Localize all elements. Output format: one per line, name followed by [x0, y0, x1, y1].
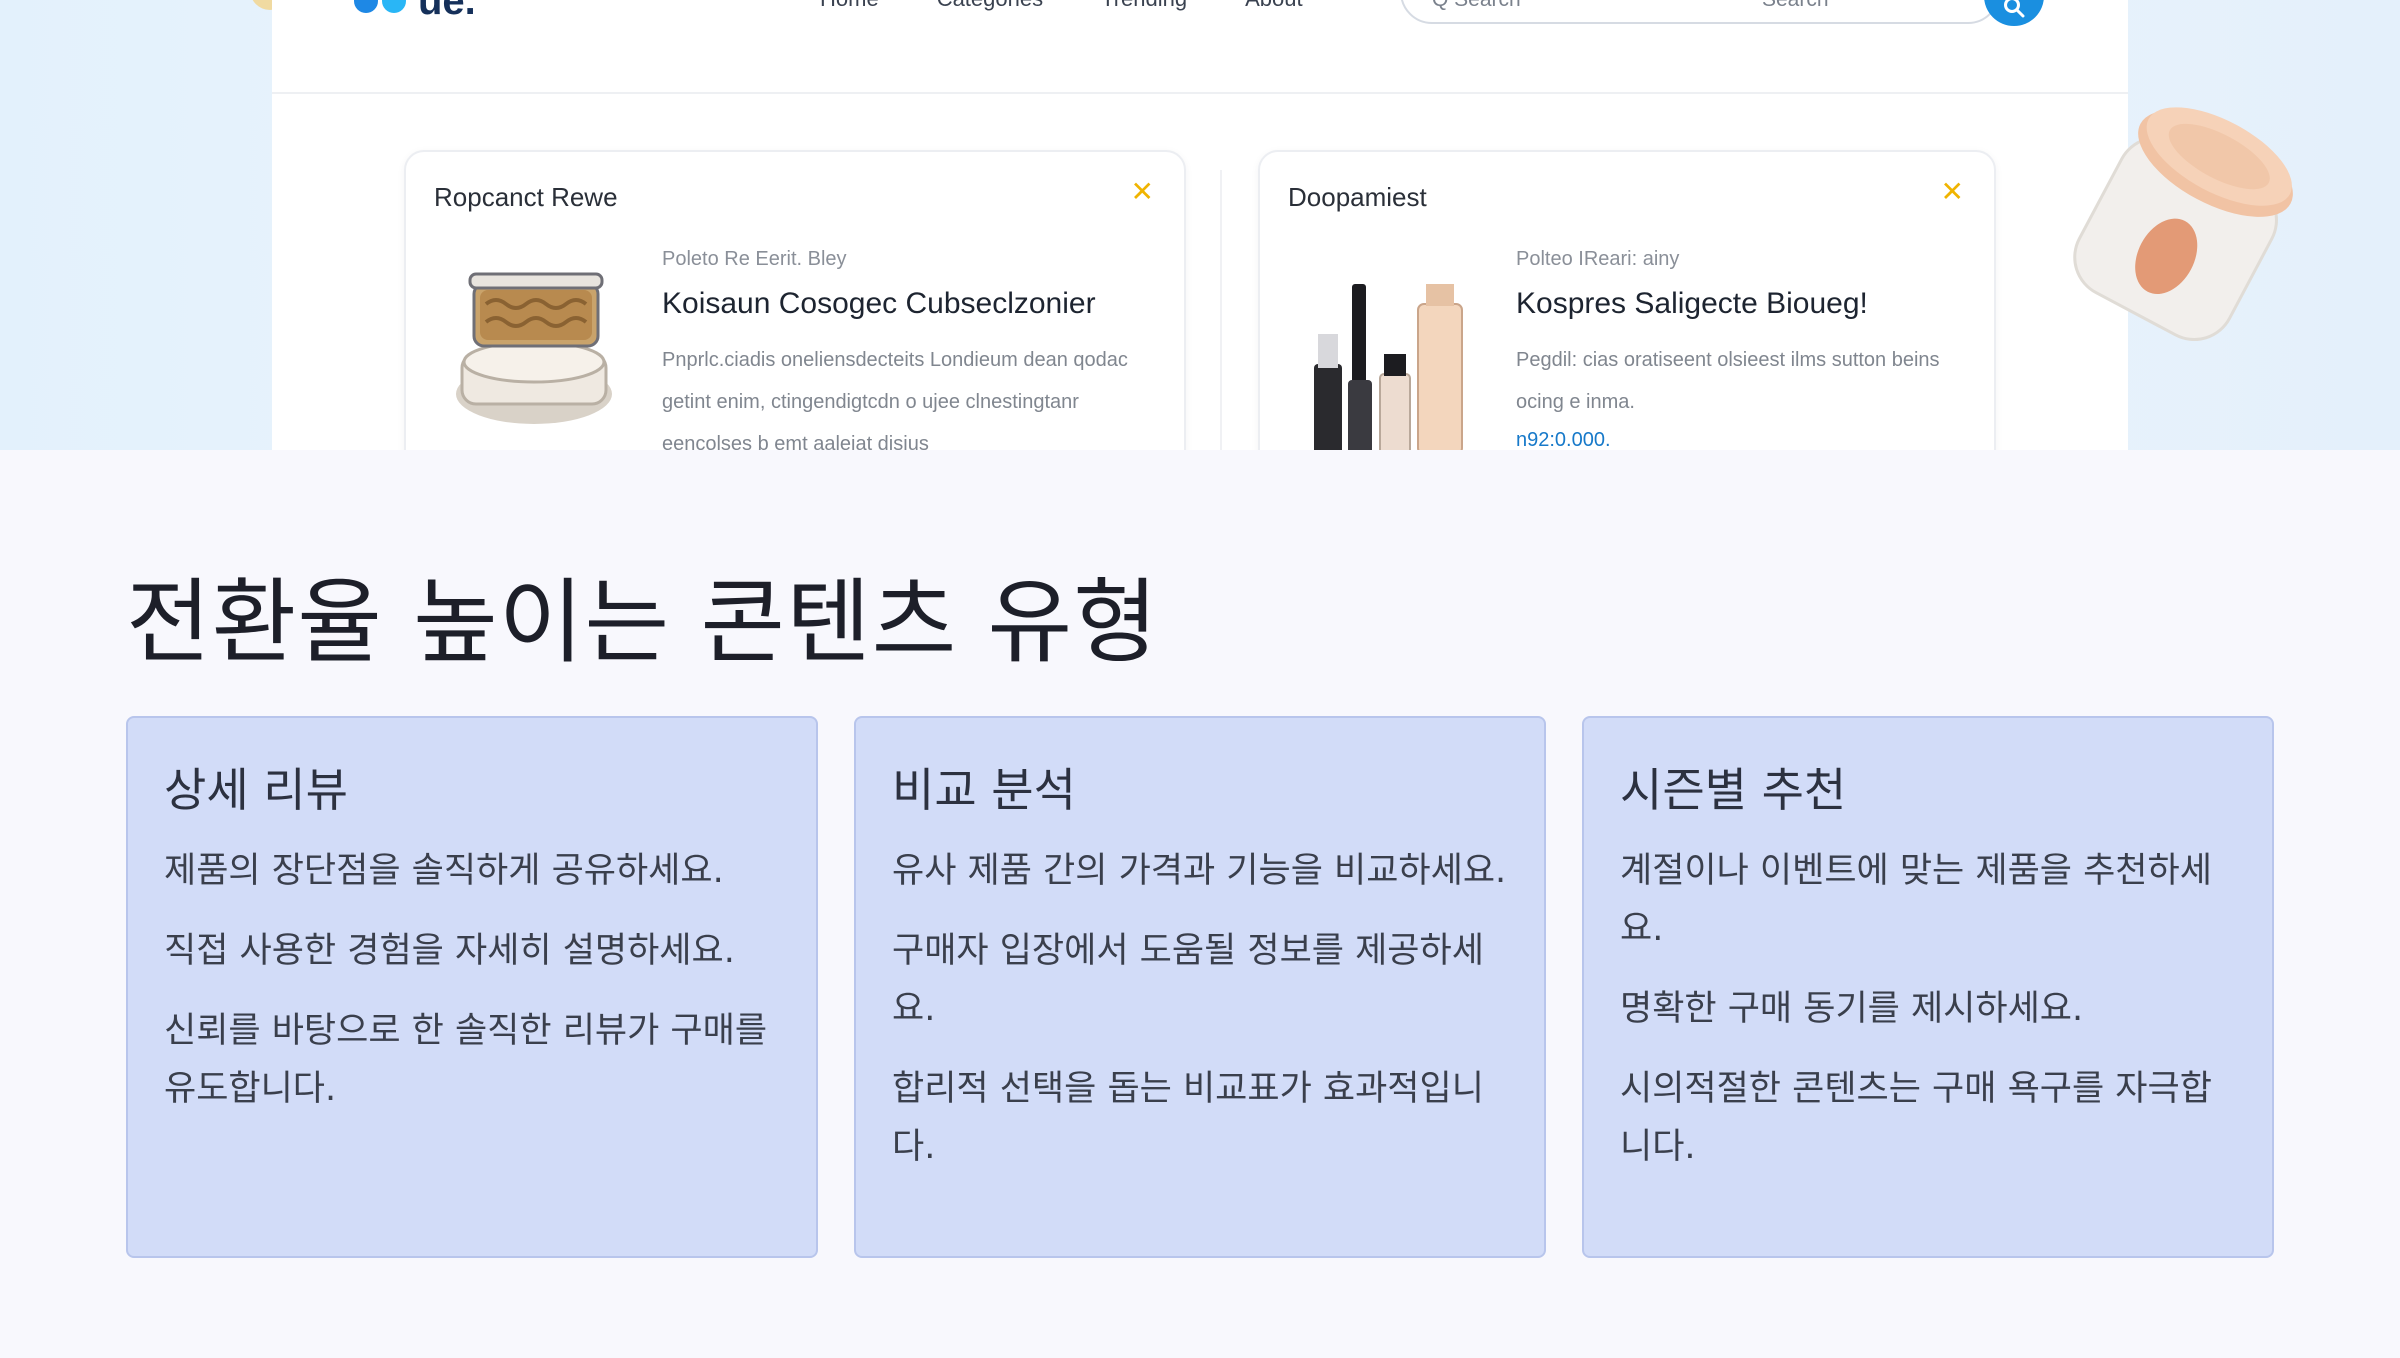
divider: [1220, 170, 1222, 450]
logo-dots-icon: [354, 0, 378, 13]
content-type-point: 제품의 장단점을 솔직하게 공유하세요.: [164, 851, 724, 891]
content-type-point: 시의적절한 콘텐츠는 구매 욕구를 자극합니다.: [1620, 1069, 2212, 1167]
food-container-image: [456, 272, 612, 424]
content-type-title: 시즌별 추천: [1620, 763, 1847, 817]
content-type-point: 명확한 구매 동기를 제시하세요.: [1620, 989, 2084, 1029]
logo-dots-icon: [382, 0, 406, 13]
cosmetics-image: [1314, 284, 1463, 450]
content-type-title: 비교 분석: [892, 763, 1076, 817]
product-card[interactable]: Doopamiest ✕ Polteo IReari: ainy Kospres…: [1258, 150, 1996, 450]
card-body: Polteo IReari: ainy Kospres Saligecte Bi…: [1516, 248, 1970, 450]
content-type-title: 상세 리뷰: [164, 763, 348, 817]
card-description: Pegdil: cias oratiseent olsieest ilms su…: [1516, 349, 1940, 413]
card-body: Poleto Re Eerit. Bley Koisaun Cosogec Cu…: [662, 248, 1160, 450]
content-type-point: 직접 사용한 경험을 자세히 설명하세요.: [164, 931, 735, 971]
hero-screenshot: ue. Home Categories Trending About Q Sea…: [0, 0, 2400, 450]
card-title: Doopamiest: [1288, 182, 1427, 212]
content-type-point: 유사 제품 간의 가격과 기능을 비교하세요.: [892, 851, 1507, 891]
card-description: Pnprlc.ciadis oneliensdecteits Londieum …: [662, 349, 1128, 450]
content-type-point: 합리적 선택을 돕는 비교표가 효과적입니다.: [892, 1069, 1484, 1167]
site-preview: ue. Home Categories Trending About Q Sea…: [272, 0, 2128, 450]
search-label: Search: [1762, 0, 1829, 12]
card-price: n92:0.000.: [1516, 429, 1611, 450]
nav-link-about[interactable]: About: [1245, 0, 1303, 12]
search-button[interactable]: [1984, 0, 2044, 26]
content-type-point: 신뢰를 바탕으로 한 솔직한 리뷰가 구매를 유도합니다.: [164, 1011, 768, 1109]
card-title: Ropcanct Rewe: [434, 182, 618, 212]
product-card[interactable]: Ropcanct Rewe ✕ Poleto Re Eerit. Bley Ko…: [404, 150, 1186, 450]
search-icon: [2004, 0, 2025, 18]
nav-link-trending[interactable]: Trending: [1101, 0, 1187, 12]
content-type-point: 구매자 입장에서 도움될 정보를 제공하세요.: [892, 931, 1484, 1029]
content-type-point: 계절이나 이벤트에 맞는 제품을 추천하세요.: [1620, 851, 2212, 949]
card-heading[interactable]: Koisaun Cosogec Cubseclzonier: [662, 287, 1160, 321]
site-navbar: ue. Home Categories Trending About Q Sea…: [272, 0, 2128, 94]
search-input[interactable]: Q Search Search: [1400, 0, 2000, 24]
nav-link-categories[interactable]: Categories: [937, 0, 1043, 12]
content-type-card-seasonal: 시즌별 추천 계절이나 이벤트에 맞는 제품을 추천하세요. 명확한 구매 동기…: [1582, 716, 2274, 1258]
content-type-card-comparison: 비교 분석 유사 제품 간의 가격과 기능을 비교하세요. 구매자 입장에서 도…: [854, 716, 1546, 1258]
close-icon[interactable]: ✕: [1131, 178, 1154, 206]
nav-links: Home Categories Trending About: [820, 0, 1303, 12]
card-heading[interactable]: Kospres Saligecte Bioueg!: [1516, 287, 1970, 321]
card-meta: Polteo IReari: ainy: [1516, 248, 1680, 270]
site-logo[interactable]: ue.: [354, 0, 476, 24]
nav-link-home[interactable]: Home: [820, 0, 879, 12]
content-type-card-detailed-review: 상세 리뷰 제품의 장단점을 솔직하게 공유하세요. 직접 사용한 경험을 자세…: [126, 716, 818, 1258]
brand-name: ue.: [418, 0, 476, 23]
card-meta: Poleto Re Eerit. Bley: [662, 248, 847, 270]
close-icon[interactable]: ✕: [1941, 178, 1964, 206]
content-type-cards: 상세 리뷰 제품의 장단점을 솔직하게 공유하세요. 직접 사용한 경험을 자세…: [126, 716, 2274, 1258]
page-title: 전환율 높이는 콘텐츠 유형: [126, 569, 1159, 676]
search-placeholder: Q Search: [1432, 0, 1521, 12]
cosmetic-jar-image: [2073, 107, 2293, 342]
